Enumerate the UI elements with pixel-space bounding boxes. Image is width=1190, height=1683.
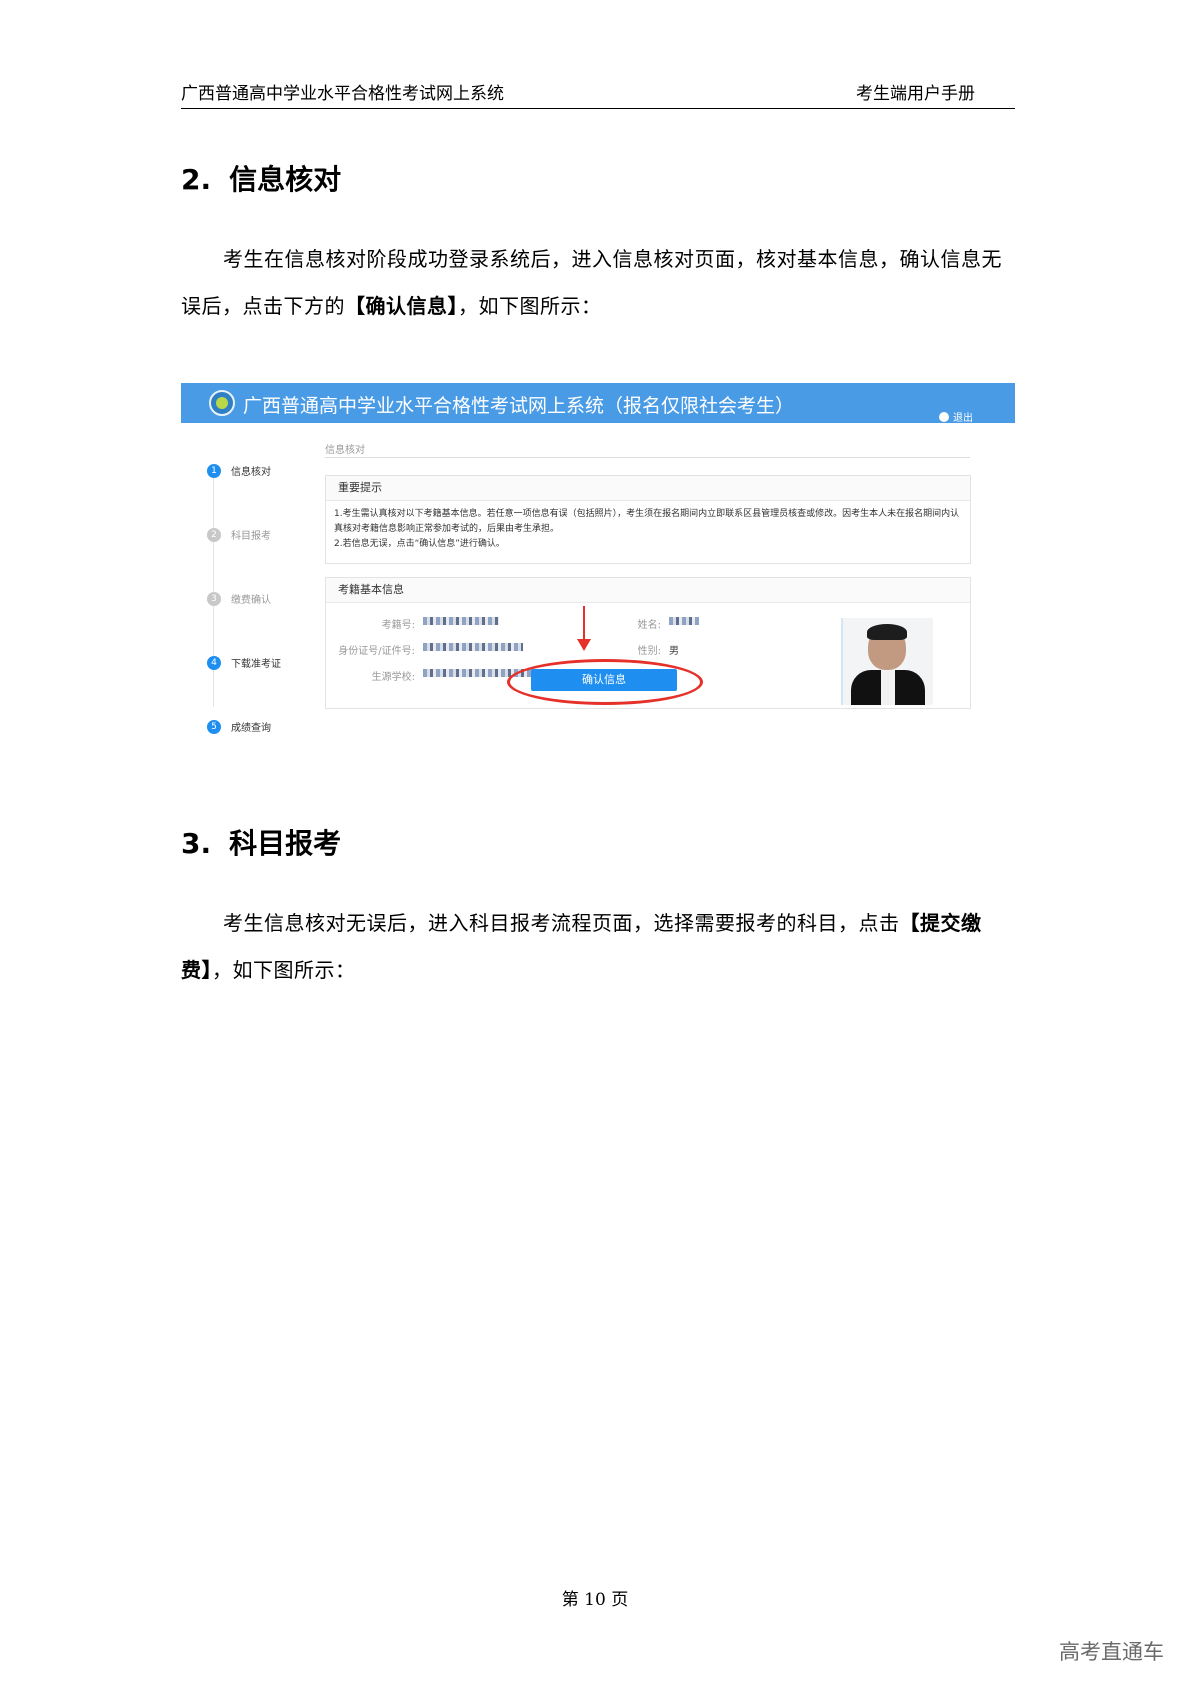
emblem-logo-icon xyxy=(209,390,235,416)
page-number: 第 10 页 xyxy=(561,1590,629,1610)
id-label: 身份证号/证件号: xyxy=(338,646,415,657)
step-label: 缴费确认 xyxy=(231,595,271,606)
name-value-redacted xyxy=(669,616,699,627)
section-heading-info-check: 2. 信息核对 xyxy=(181,158,341,198)
step-label: 下载准考证 xyxy=(231,659,281,670)
watermark-text: 高考直通车 xyxy=(1059,1640,1164,1664)
step-number: 1 xyxy=(207,463,221,478)
student-photo xyxy=(841,618,933,705)
step-label: 信息核对 xyxy=(231,467,271,478)
notice-body: 1.考生需认真核对以下考籍基本信息。若任意一项信息有误（包括照片），考生须在报名… xyxy=(326,501,970,558)
annotation-highlight-ellipse xyxy=(507,659,703,705)
section-heading-subject-register: 3. 科目报考 xyxy=(181,822,341,862)
page-header: 广西普通高中学业水平合格性考试网上系统 考生端用户手册 xyxy=(181,80,1015,109)
section-paragraph: 考生在信息核对阶段成功登录系统后，进入信息核对页面，核对基本信息，确认信息无误后… xyxy=(181,236,1015,330)
step-info-check[interactable]: 1 信息核对 xyxy=(207,463,271,478)
notice-line-2: 2.若信息无误，点击“确认信息”进行确认。 xyxy=(334,539,505,549)
step-number: 5 xyxy=(207,719,221,734)
step-number: 3 xyxy=(207,591,221,606)
logout-link[interactable]: 退出 xyxy=(939,409,973,424)
section-title: 科目报考 xyxy=(229,827,342,860)
step-subject-register[interactable]: 2 科目报考 xyxy=(207,527,271,542)
section-number: 3. xyxy=(181,827,212,860)
gender-value: 男 xyxy=(669,646,679,657)
paragraph-text-end: ，如下图所示： xyxy=(458,294,602,318)
user-icon xyxy=(939,411,949,422)
info-check-screenshot: 广西普通高中学业水平合格性考试网上系统（报名仅限社会考生） 退出 1 信息核对 … xyxy=(181,383,1015,773)
notice-panel: 重要提示 1.考生需认真核对以下考籍基本信息。若任意一项信息有误（包括照片），考… xyxy=(325,475,971,564)
annotation-arrow-icon xyxy=(577,639,591,651)
step-number: 4 xyxy=(207,655,221,670)
school-label: 生源学校: xyxy=(371,672,415,683)
step-label: 成绩查询 xyxy=(231,723,271,734)
step-download-admission[interactable]: 4 下载准考证 xyxy=(207,655,281,670)
section-title: 信息核对 xyxy=(229,163,342,196)
app-title: 广西普通高中学业水平合格性考试网上系统（报名仅限社会考生） xyxy=(243,395,795,417)
annotation-arrow-line xyxy=(583,606,585,642)
header-system-name: 广西普通高中学业水平合格性考试网上系统 xyxy=(181,84,504,104)
paragraph-bold-text: 【确认信息】 xyxy=(345,294,458,318)
paragraph-text-end: ，如下图所示： xyxy=(212,958,356,982)
exam-no-value-redacted xyxy=(423,616,499,627)
step-payment-confirm[interactable]: 3 缴费确认 xyxy=(207,591,271,606)
app-header-bar: 广西普通高中学业水平合格性考试网上系统（报名仅限社会考生） 退出 xyxy=(181,383,1015,424)
notice-line-1: 1.考生需认真核对以下考籍基本信息。若任意一项信息有误（包括照片），考生须在报名… xyxy=(334,509,960,534)
step-score-query[interactable]: 5 成绩查询 xyxy=(207,719,271,734)
header-doc-name: 考生端用户手册 xyxy=(856,84,975,104)
logout-label: 退出 xyxy=(953,413,973,424)
info-panel-title: 考籍基本信息 xyxy=(326,578,970,603)
exam-no-label: 考籍号: xyxy=(381,620,415,631)
section-number: 2. xyxy=(181,163,212,196)
notice-title: 重要提示 xyxy=(326,476,970,501)
paragraph-text: 考生信息核对无误后，进入科目报考流程页面，选择需要报考的科目，点击 xyxy=(223,911,900,935)
step-label: 科目报考 xyxy=(231,531,271,542)
id-value-redacted xyxy=(423,642,523,653)
breadcrumb: 信息核对 xyxy=(325,441,970,458)
section-paragraph: 考生信息核对无误后，进入科目报考流程页面，选择需要报考的科目，点击【提交缴费】，… xyxy=(181,900,1015,994)
step-number: 2 xyxy=(207,527,221,542)
